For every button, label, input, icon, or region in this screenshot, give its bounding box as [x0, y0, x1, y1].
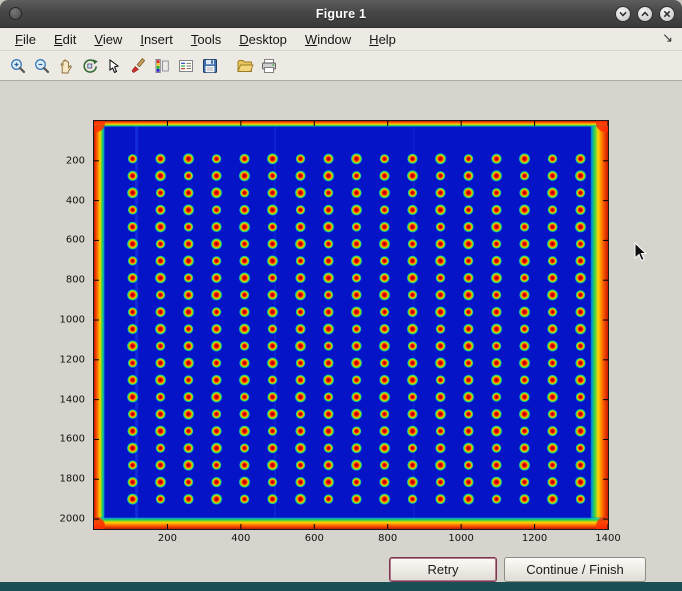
x-tick-label: 400	[231, 533, 250, 544]
y-tick-label: 1400	[47, 394, 85, 405]
zoom-out-button[interactable]	[31, 55, 52, 77]
plot-axes[interactable]: 200400600800100012001400160018002000 200…	[93, 120, 609, 530]
minimize-button[interactable]	[615, 6, 631, 22]
x-tick-label: 600	[305, 533, 324, 544]
legend-icon	[177, 57, 195, 75]
pan-button[interactable]	[55, 55, 76, 77]
floppy-save-icon	[201, 57, 219, 75]
zoom-out-icon	[33, 57, 51, 75]
y-tick-label: 200	[47, 155, 85, 166]
rotate-3d-icon	[81, 57, 99, 75]
y-tick-label: 600	[47, 235, 85, 246]
figure-canvas: 200 400 600 800 1000 1200 1400 1600 1800 2000 200…	[0, 81, 682, 582]
menu-view[interactable]: View	[85, 30, 131, 49]
y-tick-label: 800	[47, 275, 85, 286]
y-tick-label: 1000	[47, 315, 85, 326]
menu-edit[interactable]: Edit	[45, 30, 85, 49]
menu-tools[interactable]: Tools	[182, 30, 230, 49]
chevron-down-icon	[618, 9, 628, 19]
y-tick-label: 2000	[47, 514, 85, 525]
menu-file[interactable]: File	[6, 30, 45, 49]
x-tick-label: 1200	[522, 533, 547, 544]
brush-button[interactable]	[127, 55, 148, 77]
menu-insert[interactable]: Insert	[131, 30, 182, 49]
menubar: File Edit View Insert Tools Desktop Wind…	[0, 28, 682, 51]
window-controls	[615, 6, 675, 22]
chevron-up-icon	[640, 9, 650, 19]
brush-icon	[129, 57, 147, 75]
maximize-button[interactable]	[637, 6, 653, 22]
rotate-3d-button[interactable]	[79, 55, 100, 77]
close-button[interactable]	[659, 6, 675, 22]
printer-icon	[260, 57, 278, 75]
x-tick-label: 1000	[448, 533, 473, 544]
hand-icon	[57, 57, 75, 75]
open-button[interactable]	[234, 55, 255, 77]
zoom-in-button[interactable]	[7, 55, 28, 77]
y-tick-label: 1200	[47, 354, 85, 365]
figure-window: Figure 1 File Edit View Insert Tools Des…	[0, 0, 682, 591]
x-tick-label: 800	[378, 533, 397, 544]
insert-legend-button[interactable]	[175, 55, 196, 77]
y-tick-label: 1800	[47, 474, 85, 485]
menu-window[interactable]: Window	[296, 30, 360, 49]
window-title: Figure 1	[316, 7, 366, 21]
save-button[interactable]	[199, 55, 220, 77]
insert-colorbar-button[interactable]	[151, 55, 172, 77]
continue-finish-button[interactable]: Continue / Finish	[504, 557, 646, 582]
colorbar-icon	[153, 57, 171, 75]
data-cursor-button[interactable]	[103, 55, 124, 77]
retry-button[interactable]: Retry	[389, 557, 497, 582]
x-tick-label: 1400	[595, 533, 620, 544]
menu-help[interactable]: Help	[360, 30, 405, 49]
close-icon	[662, 9, 672, 19]
window-menu-icon[interactable]	[9, 7, 22, 20]
dock-figure-icon[interactable]: ↘	[662, 30, 673, 46]
y-tick-label: 400	[47, 195, 85, 206]
data-cursor-icon	[105, 57, 123, 75]
x-axis-tick-labels: 200400600800100012001400	[94, 533, 608, 547]
x-tick-label: 200	[158, 533, 177, 544]
zoom-in-icon	[9, 57, 27, 75]
titlebar[interactable]: Figure 1	[0, 0, 682, 28]
open-folder-icon	[236, 57, 254, 75]
y-tick-label: 1600	[47, 434, 85, 445]
heatmap-image[interactable]	[94, 121, 608, 529]
y-axis-tick-labels: 200 400 600 800 1000 1200 1400 1600 1800 2000	[47, 121, 89, 529]
bottom-edge-strip	[0, 582, 682, 591]
menu-desktop[interactable]: Desktop	[230, 30, 296, 49]
figure-toolbar	[0, 51, 682, 81]
print-button[interactable]	[258, 55, 279, 77]
